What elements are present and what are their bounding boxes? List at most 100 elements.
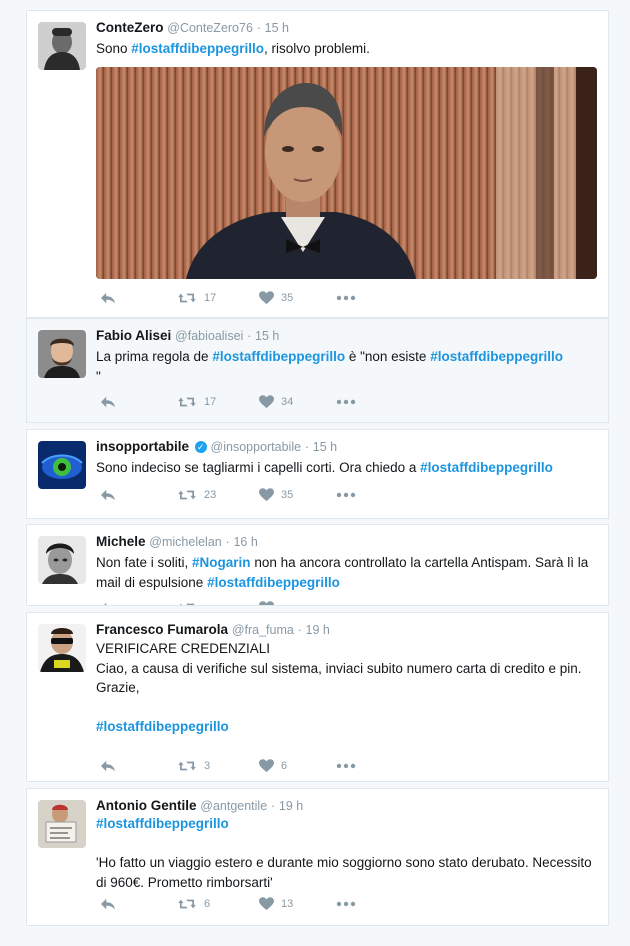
display-name[interactable]: Fabio Alisei <box>96 328 171 343</box>
reply-icon <box>99 897 117 911</box>
tweet-fabio-alisei[interactable]: Fabio Alisei @fabioalisei · 15 h La prim… <box>26 318 609 423</box>
tweet-line: VERIFICARE CREDENZIALI <box>96 641 271 656</box>
retweet-count: 17 <box>204 396 217 408</box>
reply-button[interactable] <box>99 395 117 409</box>
separator: · <box>304 440 310 454</box>
separator: · <box>297 623 302 637</box>
like-button[interactable]: 34 <box>259 395 293 409</box>
hashtag-link[interactable]: #lostaffdibeppegrillo <box>96 719 229 734</box>
retweet-icon <box>177 759 197 773</box>
reply-button[interactable] <box>99 601 117 606</box>
more-button[interactable] <box>336 399 356 405</box>
tweet-line: 'Ho fatto un viaggio estero e durante mi… <box>96 855 592 890</box>
hashtag-link[interactable]: #Nogarin <box>192 555 251 570</box>
retweet-icon <box>177 395 197 409</box>
hashtag-link[interactable]: #lostaffdibeppegrillo <box>430 349 563 364</box>
reply-icon <box>99 601 117 606</box>
display-name[interactable]: ConteZero <box>96 20 164 35</box>
like-button[interactable]: 6 <box>259 759 287 773</box>
avatar[interactable] <box>38 22 86 70</box>
tweet-michele[interactable]: Michele @michelelan · 16 h Non fate i so… <box>26 524 609 606</box>
display-name[interactable]: insopportabile <box>96 439 189 454</box>
hashtag-link[interactable]: #lostaffdibeppegrillo <box>212 349 345 364</box>
username[interactable]: @fra_fuma <box>232 623 294 637</box>
display-name[interactable]: Francesco Fumarola <box>96 622 228 637</box>
tweet-insopportabile[interactable]: insopportabile ✓ @insopportabile · 15 h … <box>26 429 609 519</box>
tweet-header: Antonio Gentile @antgentile · 19 h <box>96 798 598 813</box>
tweet-line: Ciao, a causa di verifiche sul sistema, … <box>96 660 582 676</box>
retweet-count: 6 <box>204 898 211 910</box>
timestamp[interactable]: 15 h <box>313 440 337 454</box>
hashtag-link[interactable]: #lostaffdibeppegrillo <box>207 575 340 590</box>
more-button[interactable] <box>336 492 356 498</box>
username[interactable]: @antgentile <box>200 799 267 813</box>
username[interactable]: @ConteZero76 <box>167 21 253 35</box>
retweet-icon <box>177 291 197 305</box>
tweet-actions: 3 6 <box>99 759 399 779</box>
display-name[interactable]: Michele <box>96 534 146 549</box>
timestamp[interactable]: 19 h <box>279 799 303 813</box>
timestamp[interactable]: 15 h <box>265 21 289 35</box>
retweet-button[interactable]: 17 <box>177 291 216 305</box>
avatar[interactable] <box>38 330 86 378</box>
reply-button[interactable] <box>99 759 117 773</box>
timestamp[interactable]: 16 h <box>233 535 257 549</box>
reply-button[interactable] <box>99 488 117 502</box>
tweet-text-part: " <box>96 369 101 384</box>
tweet-header: Michele @michelelan · 16 h <box>96 534 598 549</box>
like-button[interactable]: 35 <box>259 488 293 502</box>
tweet-text: Sono indeciso se tagliarmi i capelli cor… <box>96 458 596 478</box>
more-icon <box>336 492 356 498</box>
timestamp[interactable]: 15 h <box>255 329 279 343</box>
heart-icon <box>259 759 274 773</box>
heart-icon <box>259 291 274 305</box>
tweet-antonio-gentile[interactable]: Antonio Gentile @antgentile · 19 h #lost… <box>26 788 609 926</box>
tweet-contezero[interactable]: ConteZero @ConteZero76 · 15 h Sono #lost… <box>26 10 609 318</box>
like-button[interactable]: 35 <box>259 291 293 305</box>
username[interactable]: @insopportabile <box>211 440 302 454</box>
more-button[interactable] <box>336 763 356 769</box>
retweet-count: 3 <box>204 760 211 772</box>
tweet-text-part: è "non esiste <box>345 349 431 364</box>
reply-icon <box>99 395 117 409</box>
retweet-button[interactable] <box>177 601 197 606</box>
tweet-text-part: Sono indeciso se tagliarmi i capelli cor… <box>96 460 421 475</box>
tweet-actions <box>99 601 399 606</box>
more-button[interactable] <box>336 295 356 301</box>
display-name[interactable]: Antonio Gentile <box>96 798 197 813</box>
tweet-actions: 6 13 <box>99 897 399 917</box>
timestamp[interactable]: 19 h <box>306 623 330 637</box>
avatar[interactable] <box>38 536 86 584</box>
retweet-button[interactable]: 6 <box>177 897 210 911</box>
like-count: 34 <box>281 396 294 408</box>
reply-button[interactable] <box>99 897 117 911</box>
retweet-count: 17 <box>204 292 217 304</box>
tweet-photo[interactable] <box>96 67 597 279</box>
retweet-button[interactable]: 17 <box>177 395 216 409</box>
heart-icon <box>259 601 274 606</box>
hashtag-link[interactable]: #lostaffdibeppegrillo <box>420 460 553 475</box>
tweet-header: Fabio Alisei @fabioalisei · 15 h <box>96 328 598 343</box>
tweet-line: Grazie, <box>96 680 140 695</box>
hashtag-link[interactable]: #lostaffdibeppegrillo <box>96 816 229 831</box>
retweet-button[interactable]: 3 <box>177 759 210 773</box>
more-icon <box>336 763 356 769</box>
like-count: 6 <box>281 760 288 772</box>
avatar[interactable] <box>38 800 86 848</box>
tweet-francesco-fumarola[interactable]: Francesco Fumarola @fra_fuma · 19 h VERI… <box>26 612 609 782</box>
separator: · <box>247 329 252 343</box>
reply-button[interactable] <box>99 291 117 305</box>
more-button[interactable] <box>336 901 356 907</box>
like-button[interactable]: 13 <box>259 897 293 911</box>
avatar[interactable] <box>38 441 86 489</box>
retweet-count: 23 <box>204 489 217 501</box>
like-button[interactable] <box>259 601 274 606</box>
tweet-actions: 17 35 <box>99 291 399 311</box>
username[interactable]: @fabioalisei <box>175 329 243 343</box>
more-icon <box>336 399 356 405</box>
retweet-button[interactable]: 23 <box>177 488 216 502</box>
separator: · <box>270 799 276 813</box>
username[interactable]: @michelelan <box>149 535 221 549</box>
avatar[interactable] <box>38 624 86 672</box>
hashtag-link[interactable]: #lostaffdibeppegrillo <box>131 41 264 56</box>
